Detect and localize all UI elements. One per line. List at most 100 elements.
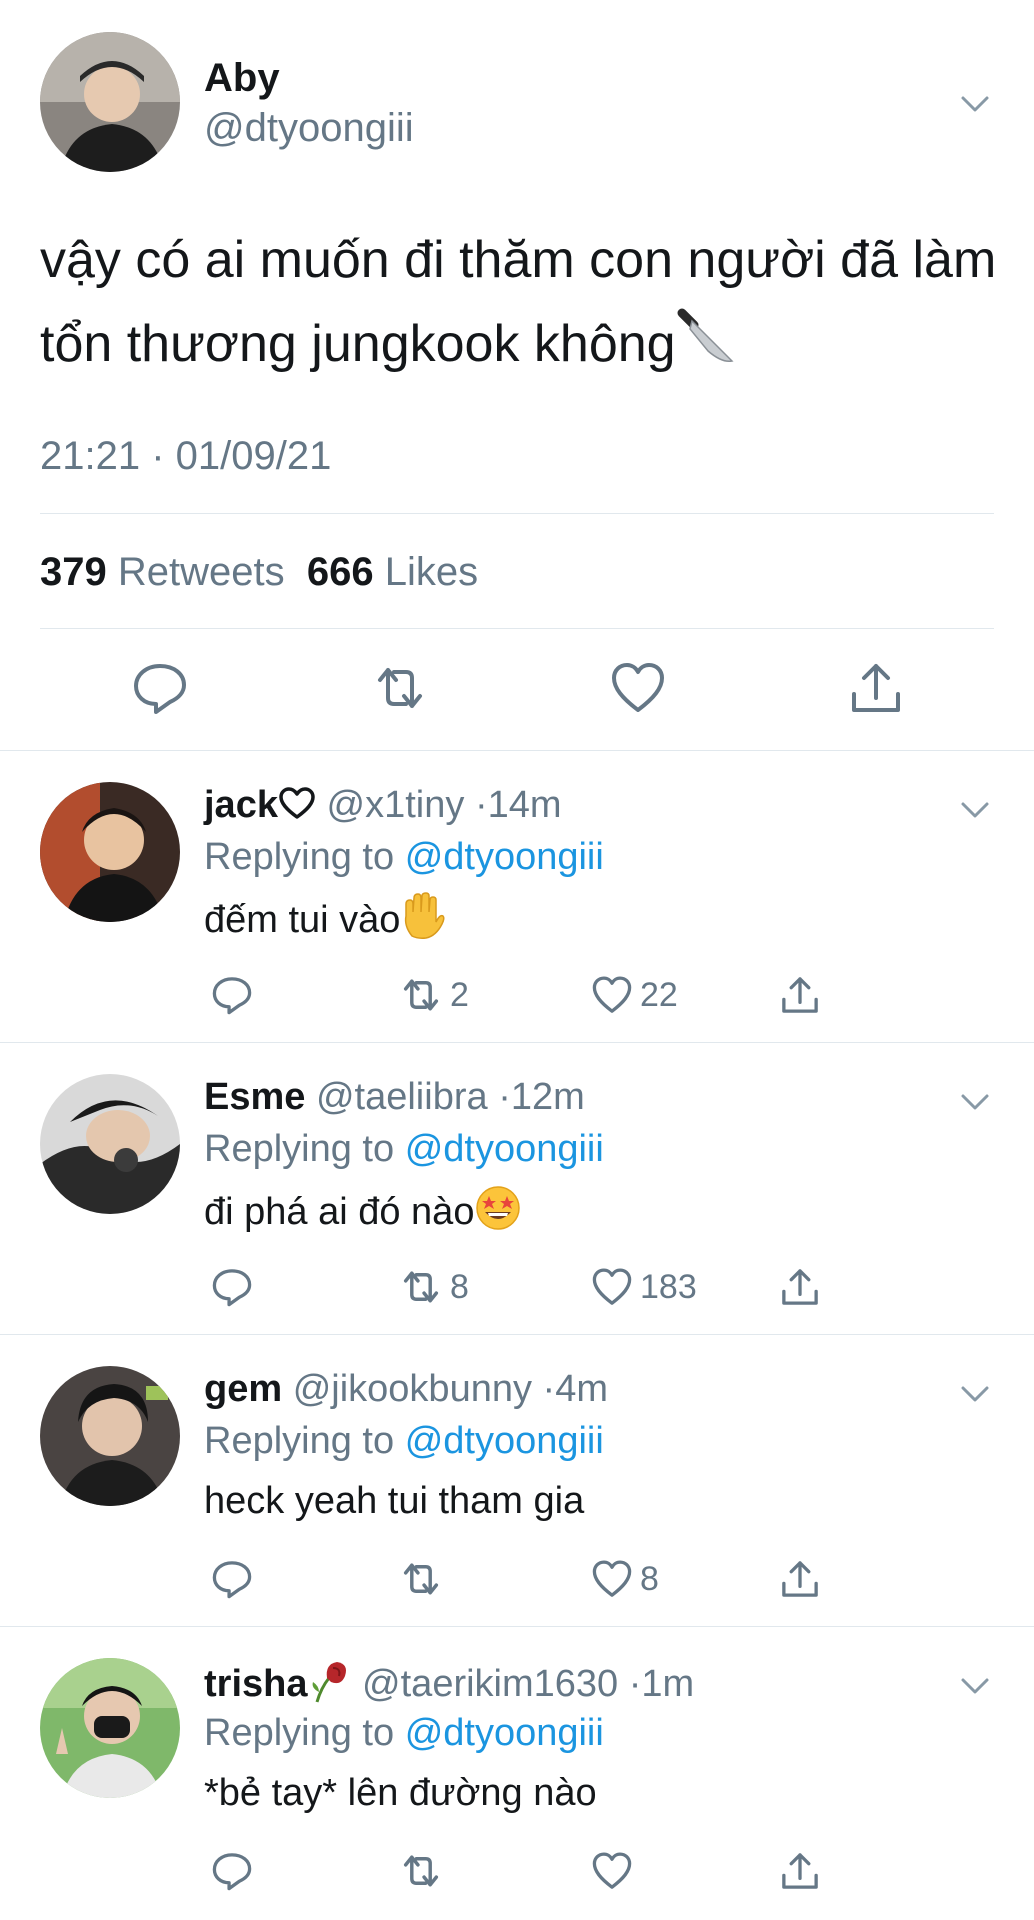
- retweets-count[interactable]: 379: [40, 550, 107, 594]
- reply-icon: [212, 1853, 252, 1891]
- separator-dot: ·: [498, 1076, 511, 1118]
- reply-avatar[interactable]: [40, 1074, 180, 1214]
- share-button[interactable]: [846, 658, 906, 718]
- reply-header: Esme @taeliibra ·12m: [204, 1074, 585, 1120]
- replying-to: Replying to @dtyoongiii: [204, 1710, 604, 1756]
- tweet-text-content: vậy có ai muốn đi thăm con người đã làm …: [40, 231, 997, 373]
- reply-text-content: đi phá ai đó nào: [204, 1191, 475, 1233]
- replying-to-handle[interactable]: @dtyoongiii: [405, 836, 604, 878]
- replying-to-label: Replying to: [204, 1420, 395, 1462]
- reply-button[interactable]: [210, 1262, 254, 1312]
- replying-to: Replying to @dtyoongiii: [204, 1418, 604, 1464]
- reply-icon: [134, 664, 186, 714]
- replying-to: Replying to @dtyoongiii: [204, 834, 604, 880]
- heart-outline-emoji-icon: [278, 785, 316, 832]
- reply-time: 12m: [510, 1076, 585, 1118]
- like-button[interactable]: 183: [590, 1262, 697, 1312]
- separator-dot: ·: [628, 1663, 642, 1705]
- divider: [40, 513, 994, 514]
- replying-to-handle[interactable]: @dtyoongiii: [405, 1712, 604, 1754]
- reply-author-handle[interactable]: @taeliibra: [316, 1076, 488, 1118]
- like-button[interactable]: 22: [590, 970, 678, 1020]
- replying-to-handle[interactable]: @dtyoongiii: [405, 1128, 604, 1170]
- divider: [40, 628, 994, 629]
- heart-icon: [592, 1268, 632, 1305]
- share-icon: [782, 1853, 818, 1889]
- retweets-label[interactable]: Retweets: [118, 550, 285, 594]
- reply-button[interactable]: [210, 1846, 254, 1896]
- reply-tweet[interactable]: Esme @taeliibra ·12m Replying to @dtyoon…: [0, 1042, 1034, 1334]
- reply-text: heck yeah tui tham gia: [204, 1476, 584, 1526]
- likes-label[interactable]: Likes: [385, 550, 478, 594]
- retweet-button[interactable]: [370, 658, 430, 718]
- reply-button[interactable]: [210, 970, 254, 1020]
- reply-options-chevron-down-icon[interactable]: [960, 1086, 990, 1116]
- reply-author-handle[interactable]: @x1tiny: [327, 784, 465, 826]
- reply-author-name[interactable]: trisha: [204, 1663, 307, 1705]
- tweet-text: vậy có ai muốn đi thăm con người đã làm …: [40, 218, 1000, 394]
- reply-author-name[interactable]: Esme: [204, 1076, 305, 1118]
- heart-icon: [592, 976, 632, 1013]
- reply-avatar[interactable]: [40, 782, 180, 922]
- share-icon: [852, 664, 900, 712]
- retweet-icon: [403, 1855, 439, 1887]
- reply-author-name[interactable]: jack: [204, 784, 278, 826]
- retweet-count: 2: [450, 975, 469, 1014]
- separator-dot: ·: [542, 1368, 556, 1410]
- retweet-button[interactable]: 2: [398, 970, 469, 1020]
- author-name[interactable]: Aby: [204, 54, 280, 102]
- heart-icon: [592, 1560, 632, 1597]
- replying-to-label: Replying to: [204, 1712, 395, 1754]
- reply-button[interactable]: [130, 658, 190, 718]
- star-struck-emoji-icon: [474, 1184, 522, 1245]
- retweet-button[interactable]: 8: [398, 1262, 469, 1312]
- reply-tweet[interactable]: trisha @taerikim1630 ·1m Replying to @dt…: [0, 1626, 1034, 1918]
- reply-header: gem @jikookbunny ·4m: [204, 1366, 608, 1412]
- reply-text-content: *bẻ tay* lên đường nào: [204, 1772, 597, 1814]
- share-button[interactable]: [778, 1262, 822, 1312]
- reply-author-name[interactable]: gem: [204, 1368, 282, 1410]
- share-button[interactable]: [778, 970, 822, 1020]
- retweet-button[interactable]: [398, 1846, 450, 1896]
- share-icon: [782, 1561, 818, 1597]
- tweet-options-chevron-down-icon[interactable]: [960, 88, 990, 118]
- like-count: 183: [640, 1267, 697, 1306]
- likes-count[interactable]: 666: [307, 550, 374, 594]
- like-button[interactable]: [590, 1846, 640, 1896]
- like-button[interactable]: 8: [590, 1554, 659, 1604]
- like-count: 8: [640, 1559, 659, 1598]
- retweet-icon: [378, 668, 422, 708]
- reply-tweet[interactable]: jack @x1tiny ·14m Replying to @dtyoongii…: [0, 750, 1034, 1042]
- reply-time: 1m: [641, 1663, 695, 1705]
- reply-options-chevron-down-icon[interactable]: [960, 794, 990, 824]
- share-button[interactable]: [778, 1846, 822, 1896]
- reply-avatar[interactable]: [40, 1658, 180, 1798]
- like-button[interactable]: [608, 658, 668, 718]
- reply-actions: 2 22: [204, 970, 844, 1020]
- reply-options-chevron-down-icon[interactable]: [960, 1378, 990, 1408]
- reply-text-content: heck yeah tui tham gia: [204, 1480, 585, 1522]
- tweet-stats: 379 Retweets 666 Likes: [40, 548, 478, 596]
- reply-actions: [204, 1846, 844, 1896]
- author-avatar[interactable]: [40, 32, 180, 172]
- reply-tweet[interactable]: gem @jikookbunny ·4m Replying to @dtyoon…: [0, 1334, 1034, 1626]
- reply-actions: 8: [204, 1554, 844, 1604]
- separator-dot: ·: [474, 784, 488, 826]
- reply-author-handle[interactable]: @jikookbunny: [293, 1368, 532, 1410]
- replying-to-handle[interactable]: @dtyoongiii: [405, 1420, 604, 1462]
- replying-to: Replying to @dtyoongiii: [204, 1126, 604, 1172]
- reply-button[interactable]: [210, 1554, 254, 1604]
- reply-text: đi phá ai đó nào: [204, 1184, 522, 1245]
- reply-header: trisha @taerikim1630 ·1m: [204, 1658, 694, 1715]
- reply-options-chevron-down-icon[interactable]: [960, 1670, 990, 1700]
- author-handle[interactable]: @dtyoongiii: [204, 104, 414, 152]
- share-button[interactable]: [778, 1554, 822, 1604]
- reply-time: 14m: [487, 784, 562, 826]
- retweet-icon: [403, 979, 439, 1011]
- reply-time: 4m: [555, 1368, 608, 1410]
- reply-avatar[interactable]: [40, 1366, 180, 1506]
- retweet-count: 8: [450, 1267, 469, 1306]
- reply-author-handle[interactable]: @taerikim1630: [362, 1663, 618, 1705]
- retweet-button[interactable]: [398, 1554, 450, 1604]
- retweet-icon: [403, 1563, 439, 1595]
